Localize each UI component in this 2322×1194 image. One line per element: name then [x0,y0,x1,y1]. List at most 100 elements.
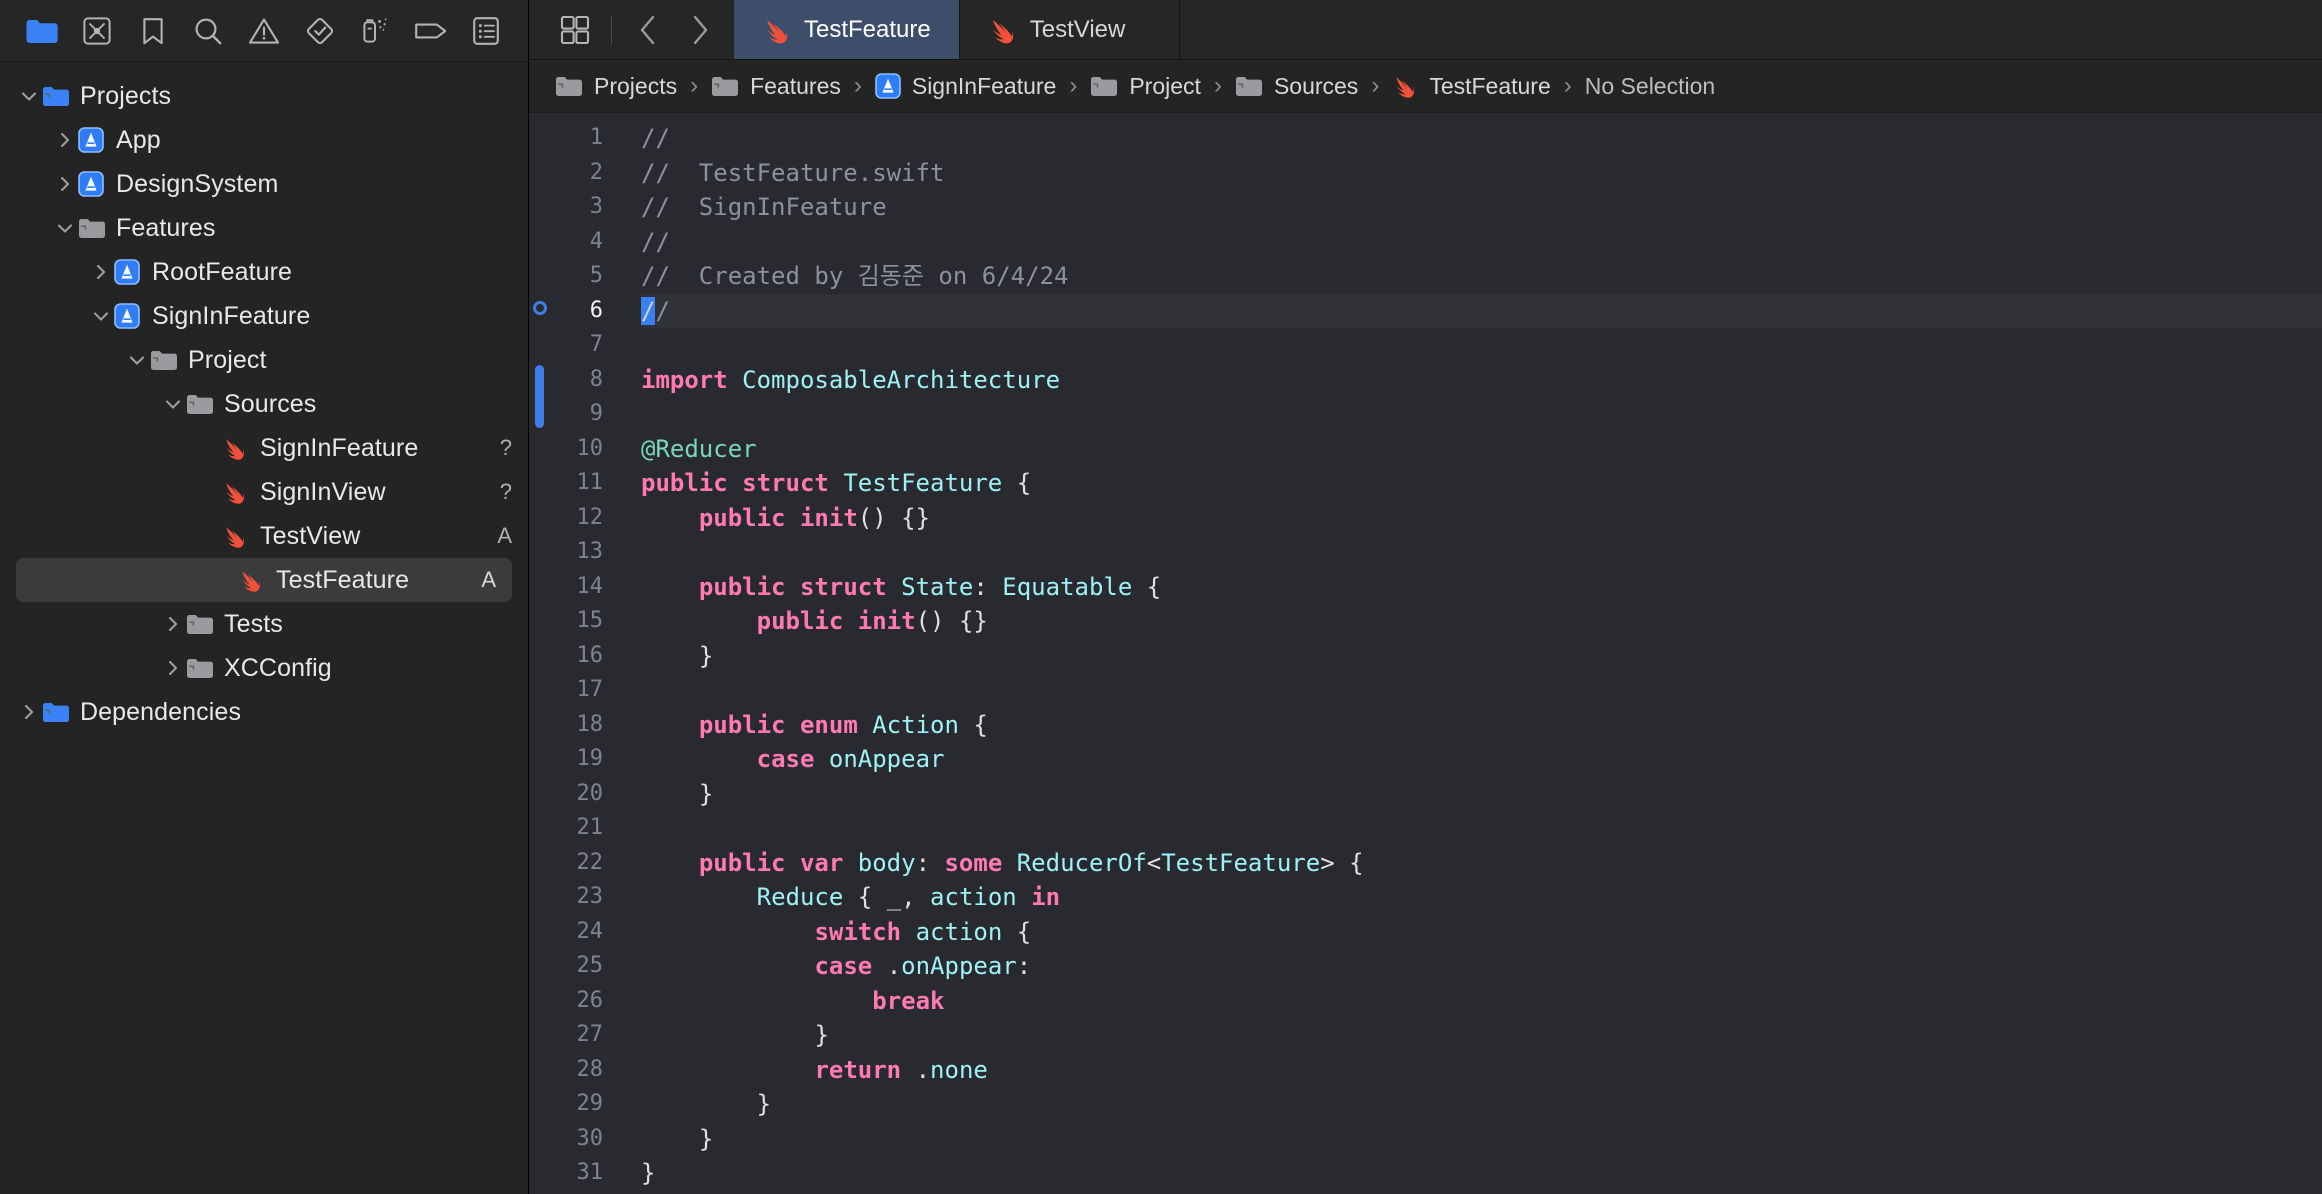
code-line[interactable]: public enum Action { [641,708,2322,743]
chevron-down-icon[interactable] [124,352,150,368]
source-control-navigator-icon[interactable] [70,8,126,54]
tree-item-testfeature[interactable]: TestFeature A [16,558,512,602]
breadcrumb-item-no-selection[interactable]: No Selection [1585,73,1715,100]
code-line[interactable]: public struct State: Equatable { [641,570,2322,605]
source-code-text[interactable]: //// TestFeature.swift// SignInFeature//… [603,113,2322,1194]
code-line[interactable]: public var body: some ReducerOf<TestFeat… [641,846,2322,881]
tree-item-features[interactable]: Features [0,206,528,250]
code-line[interactable]: } [641,1018,2322,1053]
code-line[interactable] [641,397,2322,432]
find-navigator-icon[interactable] [181,8,237,54]
code-line[interactable]: // [641,225,2322,260]
folder-icon [711,75,739,97]
chevron-right-icon[interactable] [160,658,186,678]
code-line[interactable] [641,673,2322,708]
line-number: 20 [576,780,604,806]
editor-tab-testfeature[interactable]: TestFeature [734,0,960,59]
code-line[interactable]: public init() {} [641,604,2322,639]
code-line[interactable]: // TestFeature.swift [641,156,2322,191]
chevron-right-icon[interactable] [88,262,114,282]
code-line[interactable]: public struct TestFeature { [641,466,2322,501]
line-number: 1 [589,125,603,150]
code-line[interactable] [641,535,2322,570]
breakpoint-marker[interactable] [533,300,547,315]
breakpoint-navigator-icon[interactable] [403,8,459,54]
debug-navigator-icon[interactable] [347,8,403,54]
breadcrumb[interactable]: Projects › Features › SignInFeature › Project ›… [529,60,2322,113]
project-navigator-icon[interactable] [14,8,70,54]
chevron-right-icon[interactable] [52,174,78,194]
code-line[interactable]: } [641,777,2322,812]
code-line[interactable] [641,1191,2322,1194]
test-navigator-icon[interactable] [292,8,348,54]
source-control-status-badge: A [497,523,512,548]
code-line[interactable]: case onAppear [641,742,2322,777]
report-navigator-icon[interactable] [459,8,515,54]
navigator-tree[interactable]: Projects App DesignSystem Features RootFeatu… [0,62,528,1194]
tree-item-signinfeature[interactable]: SignInFeature? [0,426,528,470]
breadcrumb-separator: › [690,72,699,99]
code-line[interactable]: // SignInFeature [641,190,2322,225]
go-forward-icon[interactable] [676,6,724,54]
chevron-down-icon[interactable] [16,88,42,104]
code-line[interactable]: // [641,121,2322,156]
swift-icon [762,16,792,44]
tree-item-projects[interactable]: Projects [0,74,528,118]
line-number: 11 [576,470,604,495]
code-line[interactable]: switch action { [641,915,2322,950]
code-line[interactable]: case .onAppear: [641,949,2322,984]
line-number: 2 [589,159,603,185]
chevron-down-icon[interactable] [52,220,78,236]
bookmark-navigator-icon[interactable] [125,8,181,54]
source-change-bar[interactable] [535,364,544,428]
breadcrumb-item-sources[interactable]: Sources [1235,73,1358,100]
chevron-down-icon[interactable] [88,308,114,324]
breadcrumb-item-features[interactable]: Features [711,73,841,100]
tree-item-xcconfig[interactable]: XCConfig [0,646,528,690]
code-line[interactable]: break [641,984,2322,1019]
tree-item-testview[interactable]: TestView A [0,514,528,558]
tree-item-signinfeature[interactable]: SignInFeature [0,294,528,338]
tree-item-label: RootFeature [152,257,293,286]
issue-navigator-icon[interactable] [236,8,292,54]
code-line[interactable]: import ComposableArchitecture [641,363,2322,398]
code-line[interactable]: return .none [641,1053,2322,1088]
tree-item-app[interactable]: App [0,118,528,162]
code-line[interactable]: } [641,1087,2322,1122]
tree-item-rootfeature[interactable]: RootFeature [0,250,528,294]
code-line[interactable]: } [641,1122,2322,1157]
chevron-right-icon[interactable] [16,702,42,722]
tree-item-signinview[interactable]: SignInView? [0,470,528,514]
go-back-icon[interactable] [624,6,672,54]
code-line[interactable]: } [641,1156,2322,1191]
code-line[interactable]: } [641,639,2322,674]
tree-item-sources[interactable]: Sources [0,382,528,426]
breadcrumb-item-signinfeature[interactable]: SignInFeature [875,73,1056,100]
breadcrumb-item-project[interactable]: Project [1090,73,1201,100]
tree-item-project[interactable]: Project [0,338,528,382]
chevron-down-icon[interactable] [160,396,186,412]
code-line[interactable]: // [641,293,2322,328]
breadcrumb-item-projects[interactable]: Projects [555,73,677,100]
folder-icon [1235,75,1263,97]
line-number: 28 [576,1056,604,1082]
chevron-right-icon[interactable] [52,130,78,150]
code-line[interactable]: Reduce { _, action in [641,880,2322,915]
breakpoint-gutter[interactable] [529,113,551,1194]
breadcrumb-label: TestFeature [1429,72,1551,99]
editor-tab-testview[interactable]: TestView [960,0,1180,59]
chevron-right-icon[interactable] [160,614,186,634]
code-line[interactable] [641,811,2322,846]
breadcrumb-item-testfeature[interactable]: TestFeature [1392,72,1551,100]
tree-item-dependencies[interactable]: Dependencies [0,690,528,734]
code-line[interactable]: public init() {} [641,501,2322,536]
xcode-project-icon [78,127,112,153]
tree-item-designsystem[interactable]: DesignSystem [0,162,528,206]
code-line[interactable]: // Created by 김동준 on 6/4/24 [641,259,2322,294]
code-editor[interactable]: 1 2 3 4 5 6 7 8 9 10 11 12 13 14 15 16 17 18 19 20 21 22 23 24 2… [529,113,2322,1194]
tree-item-tests[interactable]: Tests [0,602,528,646]
code-line[interactable] [641,328,2322,363]
editor-options-icon[interactable] [551,6,599,54]
code-line[interactable]: @Reducer [641,432,2322,467]
